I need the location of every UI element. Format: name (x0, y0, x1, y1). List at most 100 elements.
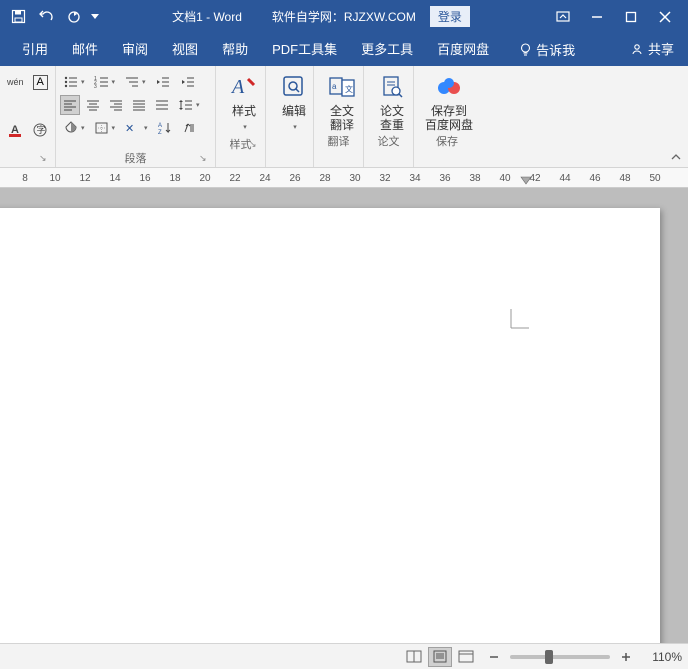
show-marks-button[interactable] (179, 118, 199, 138)
translate-label1: 全文 (330, 104, 354, 118)
document-title: 文档1 - Word (172, 8, 242, 25)
minimize-icon[interactable] (586, 6, 608, 28)
baidu-label2: 百度网盘 (425, 118, 473, 132)
shading-icon (63, 121, 79, 135)
plagiarism-label1: 论文 (380, 104, 404, 118)
distribute-button[interactable] (152, 95, 172, 115)
group-paragraph: ▾ 123▾ ▾ ▾ ▾ ▾ ✕▾ AZ (56, 66, 216, 167)
ruler-tick: 38 (460, 173, 490, 184)
zoom-in-button[interactable] (616, 647, 636, 667)
ruler-tick: 46 (580, 173, 610, 184)
align-center-button[interactable] (83, 95, 103, 115)
redo-repeat-icon[interactable] (64, 7, 84, 27)
line-spacing-icon (178, 98, 194, 112)
zoom-control: 110% (484, 647, 682, 667)
plagiarism-button[interactable]: 论文查重 (368, 68, 416, 132)
phonetic-guide-button[interactable]: wén (4, 72, 27, 92)
align-right-icon (109, 99, 123, 111)
collapse-ribbon-icon[interactable] (668, 149, 684, 165)
borders-button[interactable]: ▾ (91, 118, 119, 138)
svg-text:a: a (332, 82, 337, 91)
increase-indent-button[interactable] (177, 72, 199, 92)
styles-button[interactable]: A 样式▾ (220, 68, 268, 135)
document-area[interactable] (0, 188, 688, 643)
login-button[interactable]: 登录 (430, 6, 470, 27)
zoom-slider[interactable] (510, 655, 610, 659)
distribute-icon (155, 99, 169, 111)
baidu-cloud-icon (434, 72, 464, 102)
read-mode-icon[interactable] (402, 647, 426, 667)
ribbon: wén A A 字 ↘ ▾ 123▾ ▾ (0, 66, 688, 168)
enclose-char-icon: 字 (32, 122, 48, 138)
font-color-button[interactable]: A (4, 120, 26, 140)
horizontal-ruler[interactable]: 6810121416182022242628303234363840424446… (0, 168, 688, 188)
zoom-percent[interactable]: 110% (642, 650, 682, 664)
baidu-save-button[interactable]: 保存到百度网盘 (418, 68, 480, 132)
borders-icon (94, 121, 110, 135)
status-bar: 110% (0, 643, 688, 669)
multilevel-list-button[interactable]: ▾ (121, 72, 149, 92)
tab-help[interactable]: 帮助 (210, 32, 260, 66)
asian-layout-button[interactable]: ✕▾ (121, 118, 151, 138)
align-center-icon (86, 99, 100, 111)
sort-button[interactable]: AZ (154, 118, 176, 138)
tab-review[interactable]: 审阅 (110, 32, 160, 66)
editing-button[interactable]: 编辑▾ (270, 68, 318, 135)
align-right-button[interactable] (106, 95, 126, 115)
full-translate-button[interactable]: a文 全文翻译 (318, 68, 366, 132)
font-color-icon: A (7, 122, 23, 138)
window-controls (544, 6, 684, 28)
styles-button-label: 样式 (232, 104, 256, 118)
styles-group-label: 样式 ↘ (220, 135, 261, 153)
zoom-out-button[interactable] (484, 647, 504, 667)
tab-mailings[interactable]: 邮件 (60, 32, 110, 66)
plagiarism-label2: 查重 (380, 118, 404, 132)
numbering-button[interactable]: 123▾ (91, 72, 119, 92)
character-border-button[interactable]: A (30, 72, 51, 92)
translate-label2: 翻译 (330, 118, 354, 132)
ruler-tick: 8 (10, 173, 40, 184)
tab-view[interactable]: 视图 (160, 32, 210, 66)
ruler-tick: 30 (340, 173, 370, 184)
svg-text:字: 字 (37, 124, 46, 135)
lightbulb-icon (519, 43, 532, 57)
tell-me-search[interactable]: 告诉我 (511, 33, 583, 66)
tab-references[interactable]: 引用 (10, 32, 60, 66)
tab-baidu[interactable]: 百度网盘 (425, 32, 501, 66)
tab-more-tools[interactable]: 更多工具 (349, 32, 425, 66)
zoom-slider-thumb[interactable] (545, 650, 553, 664)
share-label: 共享 (648, 39, 674, 58)
ruler-tick: 16 (130, 173, 160, 184)
shading-button[interactable]: ▾ (60, 118, 88, 138)
ribbon-display-options-icon[interactable] (552, 6, 574, 28)
styles-dialog-launcher-icon[interactable]: ↘ (249, 139, 261, 151)
web-layout-icon[interactable] (454, 647, 478, 667)
decrease-indent-button[interactable] (152, 72, 174, 92)
translate-group-label: 翻译 (318, 132, 359, 150)
page-corner-mark-icon (510, 308, 530, 330)
undo-icon[interactable] (36, 7, 56, 27)
align-left-button[interactable] (60, 95, 80, 115)
print-layout-icon[interactable] (428, 647, 452, 667)
font-dialog-launcher-icon[interactable]: ↘ (39, 153, 51, 165)
maximize-icon[interactable] (620, 6, 642, 28)
plagiarism-icon (377, 72, 407, 102)
group-styles: A 样式▾ 样式 ↘ (216, 66, 266, 167)
share-button[interactable]: 共享 (622, 32, 688, 66)
page[interactable] (0, 208, 660, 643)
ruler-tick: 40 (490, 173, 520, 184)
bullets-button[interactable]: ▾ (60, 72, 88, 92)
line-spacing-button[interactable]: ▾ (175, 95, 203, 115)
ruler-tick: 44 (550, 173, 580, 184)
find-icon (279, 72, 309, 102)
right-margin-marker-icon[interactable] (520, 176, 530, 186)
close-icon[interactable] (654, 6, 676, 28)
ruler-tick: 48 (610, 173, 640, 184)
enclose-characters-button[interactable]: 字 (29, 120, 51, 140)
save-icon[interactable] (8, 7, 28, 27)
paragraph-dialog-launcher-icon[interactable]: ↘ (199, 153, 211, 165)
ruler-tick: 36 (430, 173, 460, 184)
align-justify-button[interactable] (129, 95, 149, 115)
dec-indent-icon (155, 75, 171, 89)
tab-pdf-tools[interactable]: PDF工具集 (260, 32, 349, 66)
